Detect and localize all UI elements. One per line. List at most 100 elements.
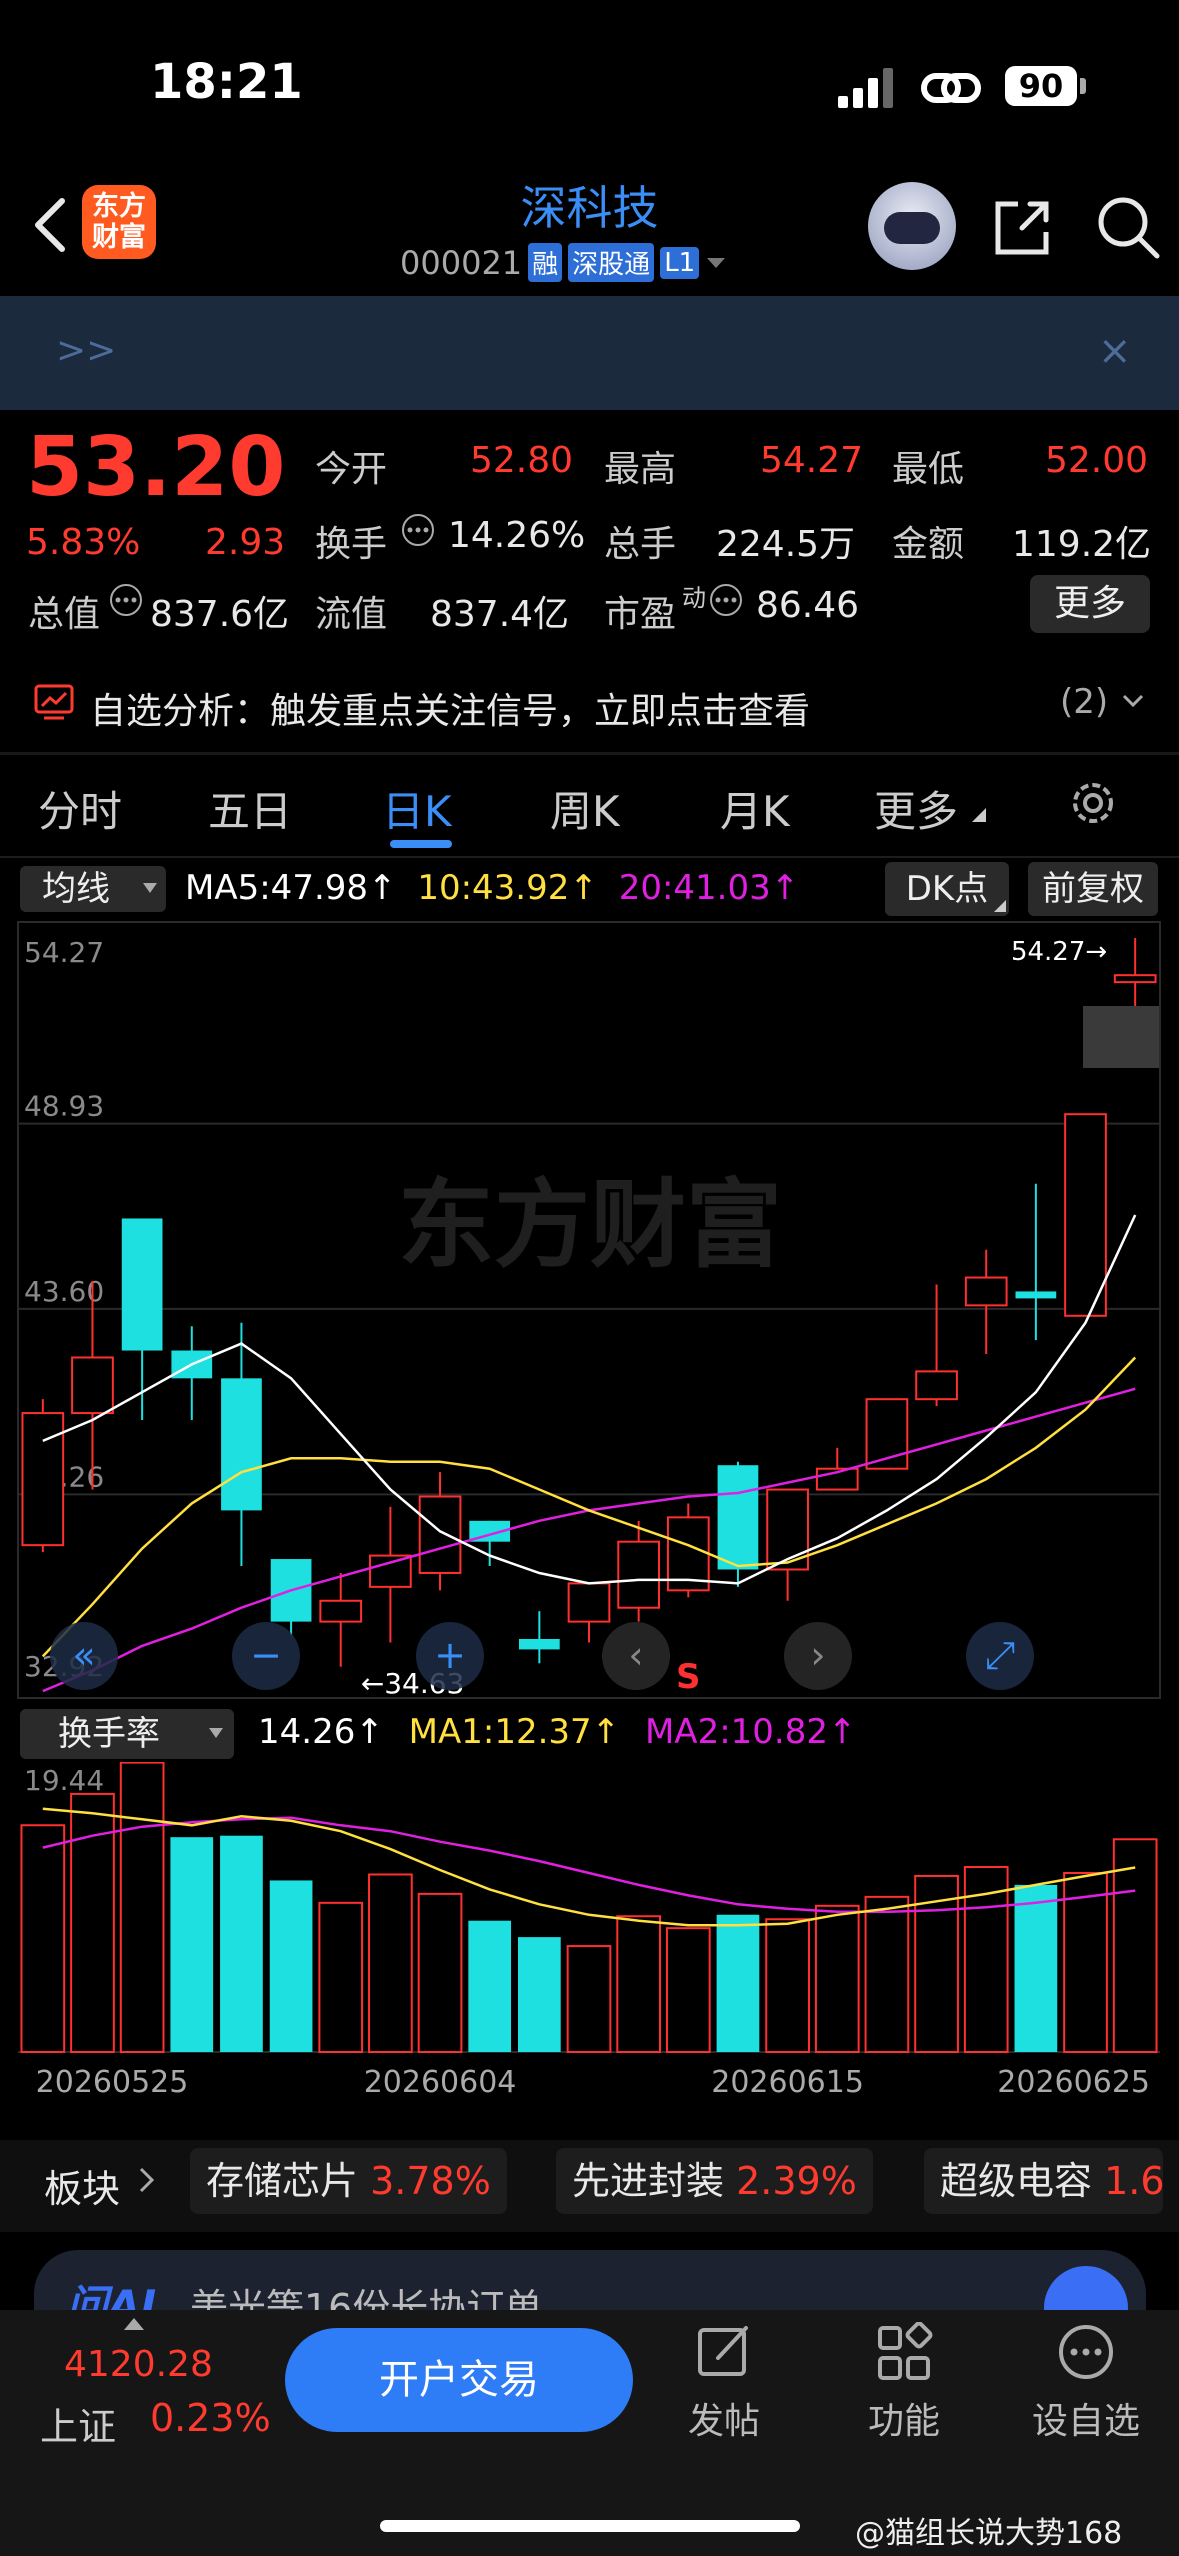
tag-margin: 融 <box>528 243 563 282</box>
caret-down-icon <box>707 257 726 268</box>
tab-more[interactable]: 更多 <box>874 778 958 839</box>
price-adjust-button[interactable]: 前复权 <box>1028 862 1158 916</box>
index-name[interactable]: 上证 <box>40 2396 116 2451</box>
chart-watermark: 东方财富 <box>398 1169 782 1281</box>
dk-point-label: DK点 <box>905 869 989 909</box>
zoom-in-button[interactable]: + <box>416 1622 484 1690</box>
volume-value: 224.5万 <box>716 524 856 565</box>
info-dots-icon[interactable] <box>708 582 744 618</box>
more-button[interactable]: 更多 <box>1030 575 1150 633</box>
turnover-bar <box>765 1918 810 2053</box>
tab-weekly-k[interactable]: 周K <box>550 778 620 839</box>
volume-label: 总手 <box>604 524 677 565</box>
indicator-title: 换手率 <box>58 1714 160 1754</box>
battery-indicator: 90 <box>1005 66 1077 106</box>
corner-triangle-icon <box>972 808 986 822</box>
turnover-bar <box>517 1937 561 2052</box>
index-value[interactable]: 4120.28 <box>64 2344 213 2385</box>
candle-body <box>221 1378 262 1511</box>
ma-values: MA5:47.98↑ 10:43.92↑ 20:41.03↑ <box>185 868 799 908</box>
control-glyph: + <box>434 1633 466 1677</box>
turnover-bar <box>269 1880 313 2052</box>
turnover-bar <box>170 1837 214 2052</box>
info-dots-icon[interactable] <box>108 582 144 618</box>
pe-label: 市盈 <box>604 594 677 635</box>
candle-body <box>121 1218 163 1351</box>
functions-label[interactable]: 功能 <box>829 2392 979 2444</box>
pe-sup: 动 <box>682 584 706 612</box>
y-tick-label: 54.27 <box>24 936 104 969</box>
turnover-bar <box>864 1895 910 2053</box>
candle-body <box>1064 1113 1107 1317</box>
x-tick-label: 20260615 <box>711 2065 864 2097</box>
ma-type-label: 均线 <box>42 869 110 909</box>
search-icon[interactable] <box>1095 194 1161 260</box>
market-cap-value: 837.6亿 <box>150 594 290 635</box>
more-dots-icon[interactable] <box>1056 2322 1116 2382</box>
candle-body <box>319 1599 363 1623</box>
post-label[interactable]: 发帖 <box>649 2392 799 2444</box>
turnover-bar <box>814 1904 860 2053</box>
turnover-current: 14.26↑ <box>258 1712 384 1752</box>
sector-name: 超级电容 <box>940 2159 1093 2203</box>
index-change[interactable]: 0.23% <box>150 2396 271 2440</box>
zoom-out-button[interactable]: − <box>232 1622 300 1690</box>
turnover-bar <box>665 1927 711 2053</box>
divider <box>0 752 1179 755</box>
ma1-value: MA1:12.37↑ <box>408 1712 621 1752</box>
candle-body <box>518 1638 560 1650</box>
ma20-value: 20:41.03↑ <box>618 868 800 908</box>
add-watchlist-label[interactable]: 设自选 <box>1011 2392 1161 2444</box>
chevron-down-icon <box>1122 694 1144 708</box>
sell-signal-label: S <box>676 1657 701 1697</box>
turnover-bar <box>716 1914 760 2052</box>
current-price: 53.20 <box>26 420 286 515</box>
open-account-trade-button[interactable]: 开户交易 <box>285 2328 633 2432</box>
dk-point-button[interactable]: DK点 <box>885 862 1009 916</box>
fullscreen-button[interactable]: ⤢ <box>966 1622 1034 1690</box>
candle-body <box>1015 1291 1057 1299</box>
turnover-bar <box>220 1835 263 2052</box>
sector-label[interactable]: 板块 <box>44 2158 120 2213</box>
pe-value: 86.46 <box>756 585 860 626</box>
candle-body <box>617 1540 661 1609</box>
info-dots-icon[interactable] <box>400 512 436 548</box>
post-edit-icon[interactable] <box>694 2322 754 2382</box>
candle-body <box>369 1554 412 1588</box>
turnover-chart[interactable]: 19.44 20260525 20260604 20260615 20260625 <box>0 1762 1179 2097</box>
candle-body <box>567 1582 611 1623</box>
tab-monthly-k[interactable]: 月K <box>720 778 790 839</box>
functions-grid-icon[interactable] <box>874 2322 934 2382</box>
tab-daily-k[interactable]: 日K <box>382 778 452 839</box>
sector-name: 存储芯片 <box>206 2159 359 2203</box>
chevron-right-icon <box>139 2167 155 2193</box>
gear-icon[interactable] <box>1065 775 1121 831</box>
caret-down-icon <box>209 1728 223 1738</box>
turnover-bar <box>566 1945 612 2053</box>
price-marker-block <box>1083 1006 1159 1068</box>
ma10-value: 10:43.92↑ <box>417 868 598 908</box>
banner-close-button[interactable]: × <box>1098 328 1132 374</box>
home-indicator[interactable] <box>380 2520 800 2532</box>
sector-chip-capacitor[interactable]: 超级电容 1.6 <box>924 2148 1163 2214</box>
indicator-select[interactable]: 换手率 <box>20 1709 234 1759</box>
tag-level: L1 <box>660 246 700 279</box>
turnover-bar <box>1014 1884 1058 2052</box>
prev-button[interactable]: ‹ <box>602 1622 670 1690</box>
sector-chip-packaging[interactable]: 先进封装 2.39% <box>556 2148 873 2214</box>
sector-chip-storage[interactable]: 存储芯片 3.78% <box>190 2148 507 2214</box>
banner-arrows: >> <box>56 330 117 371</box>
scroll-left-button[interactable]: « <box>50 1622 118 1690</box>
x-tick-label: 20260525 <box>36 2065 189 2097</box>
candle-body <box>71 1356 114 1415</box>
share-icon[interactable] <box>992 196 1054 258</box>
next-button[interactable]: › <box>784 1622 852 1690</box>
tab-intraday[interactable]: 分时 <box>38 778 122 839</box>
candlestick-chart[interactable]: 54.2748.9343.6038.2632.92 东方财富 54.27→←34… <box>0 918 1179 1703</box>
tab-five-day[interactable]: 五日 <box>208 778 292 839</box>
promo-banner[interactable] <box>0 296 1179 410</box>
amount-value: 119.2亿 <box>1012 524 1152 565</box>
stock-subtitle[interactable]: 000021 融 深股通 L1 <box>400 243 727 282</box>
sector-pct: 3.78% <box>370 2159 491 2203</box>
signal-icon <box>838 68 893 108</box>
